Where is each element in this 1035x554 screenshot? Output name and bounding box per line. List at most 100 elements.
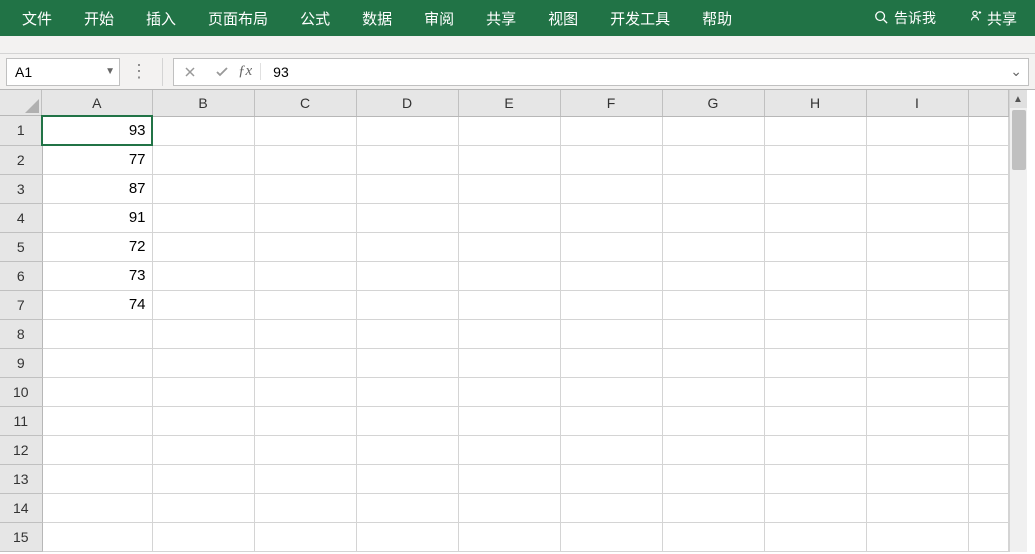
column-header-C[interactable]: C [254,90,356,116]
cell-B10[interactable] [152,377,254,406]
cell-I1[interactable] [866,116,968,145]
cell-B6[interactable] [152,261,254,290]
cell-D15[interactable] [356,522,458,551]
tab-page-layout[interactable]: 页面布局 [192,0,284,36]
cell-C9[interactable] [254,348,356,377]
cell-I9[interactable] [866,348,968,377]
cell-F7[interactable] [560,290,662,319]
column-header-I[interactable]: I [866,90,968,116]
cell-extra-11[interactable] [968,406,1008,435]
row-header-15[interactable]: 15 [0,522,42,551]
cell-C5[interactable] [254,232,356,261]
row-header-10[interactable]: 10 [0,377,42,406]
cell-B14[interactable] [152,493,254,522]
cell-E8[interactable] [458,319,560,348]
row-header-13[interactable]: 13 [0,464,42,493]
cell-extra-5[interactable] [968,232,1008,261]
cell-B13[interactable] [152,464,254,493]
cell-C12[interactable] [254,435,356,464]
cell-A9[interactable] [42,348,152,377]
cell-E6[interactable] [458,261,560,290]
cell-D4[interactable] [356,203,458,232]
cell-A13[interactable] [42,464,152,493]
cell-G13[interactable] [662,464,764,493]
cell-I10[interactable] [866,377,968,406]
cell-D7[interactable] [356,290,458,319]
cell-E14[interactable] [458,493,560,522]
cell-E3[interactable] [458,174,560,203]
cell-C3[interactable] [254,174,356,203]
cell-H5[interactable] [764,232,866,261]
cell-H14[interactable] [764,493,866,522]
row-header-1[interactable]: 1 [0,116,42,145]
cell-B2[interactable] [152,145,254,174]
cell-extra-9[interactable] [968,348,1008,377]
tab-help[interactable]: 帮助 [686,0,748,36]
cell-A11[interactable] [42,406,152,435]
cell-B8[interactable] [152,319,254,348]
cell-H9[interactable] [764,348,866,377]
row-header-12[interactable]: 12 [0,435,42,464]
cell-C11[interactable] [254,406,356,435]
column-header-H[interactable]: H [764,90,866,116]
expand-formula-bar-icon[interactable]: ⌄ [1004,63,1028,80]
cell-A10[interactable] [42,377,152,406]
column-header-extra[interactable] [968,90,1008,116]
tab-share-tab[interactable]: 共享 [470,0,532,36]
cell-A3[interactable]: 87 [42,174,152,203]
cell-H13[interactable] [764,464,866,493]
cell-extra-6[interactable] [968,261,1008,290]
cell-A8[interactable] [42,319,152,348]
scroll-thumb[interactable] [1012,110,1026,170]
cell-I13[interactable] [866,464,968,493]
row-header-9[interactable]: 9 [0,348,42,377]
cell-extra-14[interactable] [968,493,1008,522]
cell-G4[interactable] [662,203,764,232]
cell-G3[interactable] [662,174,764,203]
cell-A6[interactable]: 73 [42,261,152,290]
cell-C14[interactable] [254,493,356,522]
row-header-8[interactable]: 8 [0,319,42,348]
cell-C2[interactable] [254,145,356,174]
cell-extra-13[interactable] [968,464,1008,493]
cell-B11[interactable] [152,406,254,435]
cell-I14[interactable] [866,493,968,522]
cell-I5[interactable] [866,232,968,261]
column-header-G[interactable]: G [662,90,764,116]
cell-H10[interactable] [764,377,866,406]
cell-A5[interactable]: 72 [42,232,152,261]
cell-G15[interactable] [662,522,764,551]
cell-G11[interactable] [662,406,764,435]
cell-D3[interactable] [356,174,458,203]
cell-C8[interactable] [254,319,356,348]
column-header-F[interactable]: F [560,90,662,116]
formula-input[interactable] [269,64,1004,80]
cell-E2[interactable] [458,145,560,174]
cell-H4[interactable] [764,203,866,232]
cell-B4[interactable] [152,203,254,232]
cell-A1[interactable]: 93 [42,116,152,145]
cell-extra-7[interactable] [968,290,1008,319]
cell-F6[interactable] [560,261,662,290]
cell-F10[interactable] [560,377,662,406]
cell-E7[interactable] [458,290,560,319]
row-header-2[interactable]: 2 [0,145,42,174]
enter-formula-button[interactable] [206,59,238,85]
cell-B5[interactable] [152,232,254,261]
column-header-E[interactable]: E [458,90,560,116]
cell-C15[interactable] [254,522,356,551]
chevron-down-icon[interactable]: ▼ [105,66,115,77]
cell-H11[interactable] [764,406,866,435]
row-header-7[interactable]: 7 [0,290,42,319]
cell-D6[interactable] [356,261,458,290]
cell-I4[interactable] [866,203,968,232]
cell-D5[interactable] [356,232,458,261]
cell-F14[interactable] [560,493,662,522]
cell-B15[interactable] [152,522,254,551]
cell-G6[interactable] [662,261,764,290]
tab-insert[interactable]: 插入 [130,0,192,36]
row-header-3[interactable]: 3 [0,174,42,203]
cell-H6[interactable] [764,261,866,290]
cell-F2[interactable] [560,145,662,174]
cell-G2[interactable] [662,145,764,174]
